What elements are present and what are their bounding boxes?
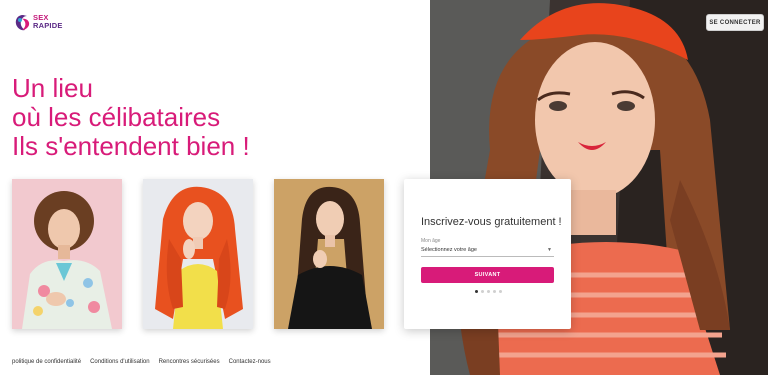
- headline-line-1: Un lieu: [12, 73, 93, 103]
- step-dot-5: [499, 290, 502, 293]
- footer-link-safety[interactable]: Rencontres sécurisées: [159, 359, 220, 365]
- step-dot-4: [493, 290, 496, 293]
- profile-photo-2: [143, 179, 253, 329]
- step-dot-3: [487, 290, 490, 293]
- age-label: Mon âge: [421, 238, 441, 244]
- age-select[interactable]: Sélectionnez votre âge ▼: [421, 245, 554, 257]
- next-button[interactable]: SUIVANT: [421, 267, 554, 283]
- footer-link-terms[interactable]: Conditions d'utilisation: [90, 359, 150, 365]
- step-indicator: [475, 290, 502, 293]
- step-dot-1: [475, 290, 478, 293]
- step-dot-2: [481, 290, 484, 293]
- headline-line-2: où les célibataires: [12, 102, 221, 132]
- page-headline: Un lieu où les célibataires Ils s'entend…: [12, 74, 250, 161]
- headline-line-3: Ils s'entendent bien !: [12, 131, 250, 161]
- chevron-down-icon: ▼: [547, 247, 552, 253]
- footer-links: politique de confidentialité Conditions …: [12, 359, 271, 365]
- logo-icon: [15, 15, 30, 31]
- profile-photo-1: [12, 179, 122, 329]
- footer-link-contact[interactable]: Contactez-nous: [229, 359, 271, 365]
- profile-photo-3: [274, 179, 384, 329]
- signup-card: Inscrivez-vous gratuitement ! Mon âge Sé…: [404, 179, 571, 329]
- brand-logo[interactable]: SEX RAPIDE: [13, 13, 73, 33]
- login-button[interactable]: SE CONNECTER: [706, 14, 764, 31]
- logo-line-2: RAPIDE: [33, 21, 63, 30]
- age-select-value: Sélectionnez votre âge: [421, 247, 477, 253]
- logo-wordmark: SEX RAPIDE: [33, 14, 63, 30]
- signup-title: Inscrivez-vous gratuitement !: [421, 216, 562, 228]
- footer-link-privacy[interactable]: politique de confidentialité: [12, 359, 81, 365]
